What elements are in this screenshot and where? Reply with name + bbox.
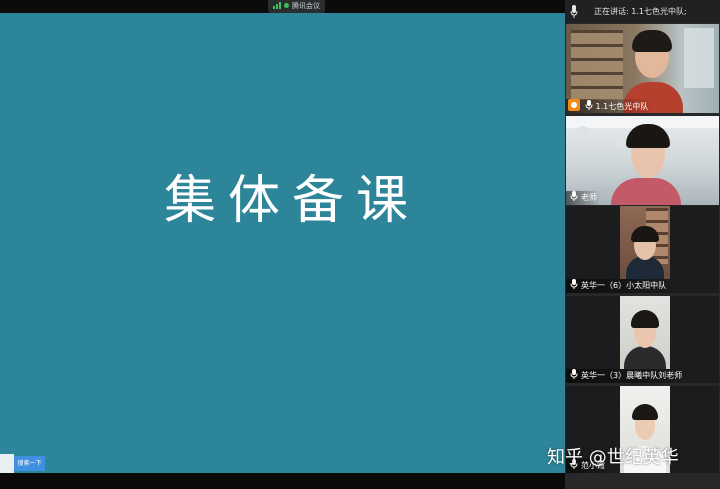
browser-search-box[interactable] (0, 454, 14, 473)
participant-name: 老师 (581, 193, 597, 202)
participant-name: 英华一（6）小太阳中队 (581, 281, 667, 290)
participant-video (620, 296, 670, 369)
participant-video (620, 206, 670, 279)
microphone-icon (570, 5, 578, 18)
speaking-label: 正在讲话: 1.1七色光中队; (594, 7, 687, 16)
participant-tile[interactable]: 英华一（6）小太阳中队 (566, 206, 719, 293)
microphone-icon (570, 279, 578, 289)
participant-tile[interactable]: 老师 (566, 116, 719, 205)
meeting-app-title[interactable]: 腾讯会议 (268, 0, 325, 13)
microphone-icon (585, 100, 593, 110)
shared-screen: 集体备课 (0, 13, 565, 473)
participant-label: 英华一（3）晨曦中队刘老师 (566, 369, 687, 383)
signal-icon (273, 2, 282, 9)
participant-label: 1.1七色光中队 (566, 99, 653, 113)
participant-label: 英华一（6）小太阳中队 (566, 279, 671, 293)
participant-tile[interactable]: 1.1七色光中队 (566, 24, 719, 113)
participant-label: 老师 (566, 191, 601, 205)
microphone-icon (570, 369, 578, 379)
participant-name: 英华一（3）晨曦中队刘老师 (581, 371, 683, 380)
speaking-indicator: 正在讲话: 1.1七色光中队; (565, 0, 720, 23)
participant-tile[interactable]: 英华一（3）晨曦中队刘老师 (566, 296, 719, 383)
host-badge-icon (568, 99, 580, 111)
microphone-icon (570, 191, 578, 201)
slide-title: 集体备课 (163, 171, 420, 231)
participant-name: 1.1七色光中队 (595, 102, 649, 111)
search-button[interactable]: 搜索一下 (14, 456, 45, 471)
zhihu-watermark: 知乎 @世纪英华 (547, 447, 679, 468)
participant-panel: 正在讲话: 1.1七色光中队; 1.1七色光中队 老师 英华一（6）小太阳中队 … (565, 0, 720, 489)
status-dot-icon (284, 3, 289, 8)
app-title-text: 腾讯会议 (292, 2, 320, 10)
